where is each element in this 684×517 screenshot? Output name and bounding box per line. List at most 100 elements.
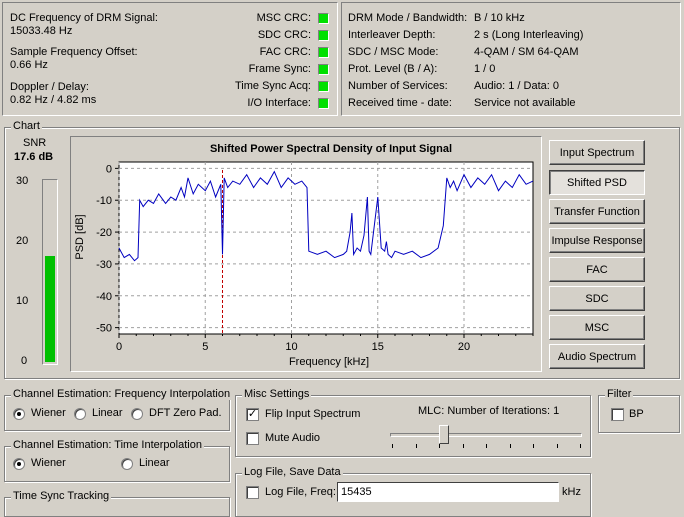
sdc-button[interactable]: SDC [549,286,645,311]
snr-tick-20: 20 [16,235,29,247]
time-sync-group: Time Sync Tracking [4,490,230,517]
log-file-title: Log File, Save Data [242,466,343,478]
psd-plot-frame: Shifted Power Spectral Density of Input … [70,136,542,372]
sdc-msc-mode-value: 4-QAM / SM 64-QAM [474,46,579,58]
msc-crc-led [318,13,329,24]
psd-chart: Shifted Power Spectral Density of Input … [74,143,534,368]
freq-wiener-radio[interactable] [13,408,25,420]
log-freq-unit: kHz [562,486,581,498]
audio-spectrum-button[interactable]: Audio Spectrum [549,344,645,369]
flip-spectrum-label[interactable]: Flip Input Spectrum [265,408,360,420]
mlc-slider-tick [416,444,417,448]
mute-audio-label[interactable]: Mute Audio [265,432,320,444]
psd-y-tick-label: 0 [106,163,112,175]
msc-crc-label: MSC CRC: [256,12,311,24]
snr-tick-0: 0 [21,355,28,367]
services-value: Audio: 1 / Data: 0 [474,80,559,92]
mlc-slider-thumb[interactable] [439,425,449,444]
psd-y-axis-label: PSD [dB] [74,214,86,259]
psd-y-tick-label: -30 [96,259,112,271]
sdc-crc-led [318,30,329,41]
frame-sync-label: Frame Sync: [248,63,311,75]
freq-dft-label[interactable]: DFT Zero Pad. [149,407,222,419]
psd-y-tick-label: -40 [96,291,112,303]
snr-meter-fill [45,256,55,362]
snr-meter [42,179,58,365]
frame-sync-led [318,64,329,75]
time-sync-title: Time Sync Tracking [11,490,112,502]
mute-audio-checkbox[interactable] [246,432,259,445]
filter-title: Filter [605,388,634,400]
misc-settings-title: Misc Settings [242,388,312,400]
input-spectrum-button[interactable]: Input Spectrum [549,140,645,165]
mlc-slider-tick [392,444,393,448]
sdc-crc-label: SDC CRC: [257,29,311,41]
mlc-slider-tick [510,444,511,448]
time-linear-radio[interactable] [121,458,133,470]
flip-spectrum-checkbox[interactable]: ✓ [246,408,259,421]
services-label: Number of Services: [348,80,448,92]
fac-crc-label: FAC CRC: [259,46,311,58]
received-time-value: Service not available [474,97,576,109]
io-interface-led [318,98,329,109]
freq-linear-label[interactable]: Linear [92,407,123,419]
mlc-slider-track[interactable] [390,433,582,437]
impulse-response-button[interactable]: Impulse Response [549,228,645,253]
drm-mode-value: B / 10 kHz [474,12,525,24]
receiver-status-panel: DC Frequency of DRM Signal: 15033.48 Hz … [2,2,338,116]
mlc-slider-tick [463,444,464,448]
time-sync-acq-label: Time Sync Acq: [234,80,311,92]
psd-x-tick-label: 10 [285,341,297,353]
msc-button[interactable]: MSC [549,315,645,340]
bp-filter-checkbox[interactable] [611,408,624,421]
psd-plot-layer: 0 -10 -20 -30 -40 -50 0 5 10 15 20 [96,161,534,353]
snr-value: 17.6 dB [14,151,54,163]
transfer-function-button[interactable]: Transfer Function [549,199,645,224]
sdc-msc-mode-label: SDC / MSC Mode: [348,46,439,58]
log-freq-input[interactable]: 15435 [337,482,559,502]
mlc-slider-tick [439,444,440,448]
log-file-checkbox[interactable] [246,486,259,499]
psd-x-tick-label: 15 [372,341,384,353]
snr-label: SNR [23,137,47,149]
psd-x-tick-label: 5 [202,341,208,353]
time-linear-label[interactable]: Linear [139,457,170,469]
drm-mode-label: DRM Mode / Bandwidth: [348,12,468,24]
mlc-slider-tick [533,444,534,448]
prot-level-value: 1 / 0 [474,63,496,75]
interleaver-label: Interleaver Depth: [348,29,436,41]
prot-level-label: Prot. Level (B / A): [348,63,438,75]
time-interp-title: Channel Estimation: Time Interpolation [11,439,204,451]
snr-tick-30: 30 [16,175,29,187]
psd-y-tick-label: -10 [96,195,112,207]
mlc-iterations-label: MLC: Number of Iterations: 1 [418,405,560,417]
sample-offset-value: 0.66 Hz [10,59,48,71]
freq-linear-radio[interactable] [74,408,86,420]
chart-group-title: Chart [11,120,42,132]
dc-frequency-label: DC Frequency of DRM Signal: [10,12,158,24]
log-file-label[interactable]: Log File, Freq: [265,486,336,498]
interleaver-value: 2 s (Long Interleaving) [474,29,584,41]
bp-filter-label[interactable]: BP [629,408,644,420]
shifted-psd-button[interactable]: Shifted PSD [549,170,645,195]
psd-y-tick-label: -20 [96,227,112,239]
psd-x-tick-label: 0 [116,341,122,353]
freq-dft-radio[interactable] [131,408,143,420]
sample-offset-label: Sample Frequency Offset: [10,46,138,58]
psd-chart-title: Shifted Power Spectral Density of Input … [210,143,452,155]
time-wiener-radio[interactable] [13,458,25,470]
psd-y-tick-label: -50 [96,323,112,335]
dc-frequency-value: 15033.48 Hz [10,25,73,37]
psd-x-axis-label: Frequency [kHz] [289,356,369,368]
fac-crc-led [318,47,329,58]
freq-interp-title: Channel Estimation: Frequency Interpolat… [11,388,233,400]
time-sync-acq-led [318,81,329,92]
received-time-label: Received time - date: [348,97,452,109]
fac-button[interactable]: FAC [549,257,645,282]
mlc-slider-tick [486,444,487,448]
time-wiener-label[interactable]: Wiener [31,457,66,469]
drm-info-panel: DRM Mode / Bandwidth: B / 10 kHz Interle… [341,2,681,116]
psd-x-tick-label: 20 [458,341,470,353]
freq-wiener-label[interactable]: Wiener [31,407,66,419]
doppler-delay-value: 0.82 Hz / 4.82 ms [10,94,97,106]
